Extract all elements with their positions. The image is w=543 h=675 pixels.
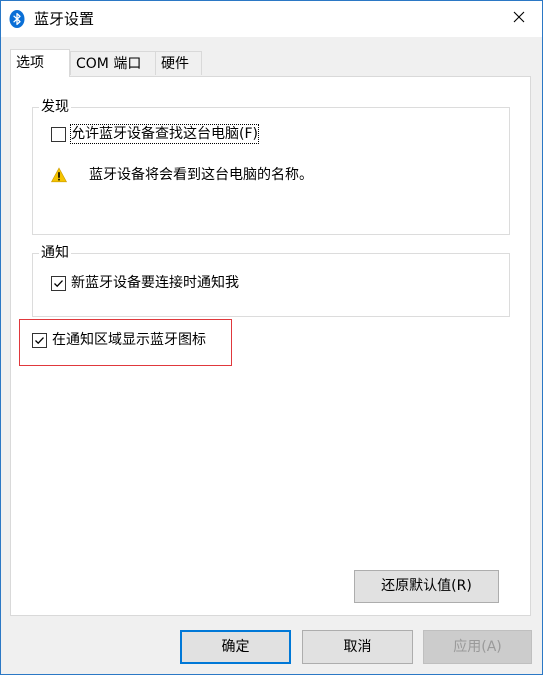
- show-tray-icon-checkbox[interactable]: 在通知区域显示蓝牙图标: [32, 331, 206, 349]
- notify-new-device-checkbox-box[interactable]: [51, 275, 66, 291]
- bluetooth-icon: [9, 10, 25, 28]
- ok-button[interactable]: 确定: [180, 630, 291, 664]
- notifications-group: 通知 新蓝牙设备要连接时通知我: [32, 244, 510, 317]
- discovery-warning: 蓝牙设备将会看到这台电脑的名称。: [50, 166, 313, 184]
- close-icon: [513, 11, 525, 27]
- discovery-group-title: 发现: [39, 98, 71, 116]
- notify-new-device-label: 新蓝牙设备要连接时通知我: [71, 275, 239, 291]
- discovery-group: 发现 允许蓝牙设备查找这台电脑(F) 蓝牙设备将会看到这台电脑的名称。: [32, 98, 510, 235]
- allow-discovery-checkbox-box[interactable]: [51, 126, 66, 142]
- allow-discovery-label: 允许蓝牙设备查找这台电脑(F): [70, 124, 259, 144]
- title-bar: 蓝牙设置: [1, 1, 542, 37]
- tab-hardware[interactable]: 硬件: [155, 51, 202, 75]
- show-tray-icon-label: 在通知区域显示蓝牙图标: [52, 332, 206, 348]
- bluetooth-settings-dialog: 蓝牙设置 选项 COM 端口 硬件 发现 允许蓝牙设备查找这台电脑(F) 蓝牙设…: [0, 0, 543, 675]
- apply-button[interactable]: 应用(A): [423, 630, 532, 664]
- notify-new-device-checkbox[interactable]: 新蓝牙设备要连接时通知我: [51, 274, 239, 292]
- check-icon: [54, 279, 63, 287]
- check-icon: [35, 336, 44, 344]
- window-title: 蓝牙设置: [34, 10, 95, 28]
- restore-defaults-button[interactable]: 还原默认值(R): [354, 570, 499, 603]
- warning-text: 蓝牙设备将会看到这台电脑的名称。: [89, 167, 313, 183]
- allow-discovery-checkbox[interactable]: 允许蓝牙设备查找这台电脑(F): [51, 124, 259, 144]
- show-tray-icon-checkbox-box[interactable]: [32, 332, 47, 348]
- close-button[interactable]: [496, 1, 542, 37]
- tab-options[interactable]: 选项: [10, 49, 70, 77]
- cancel-button[interactable]: 取消: [302, 630, 413, 664]
- tab-panel-options: 发现 允许蓝牙设备查找这台电脑(F) 蓝牙设备将会看到这台电脑的名称。 通知 新…: [10, 76, 531, 616]
- warning-icon: [50, 167, 68, 183]
- notifications-group-title: 通知: [39, 244, 71, 262]
- tab-com-ports[interactable]: COM 端口: [70, 51, 156, 75]
